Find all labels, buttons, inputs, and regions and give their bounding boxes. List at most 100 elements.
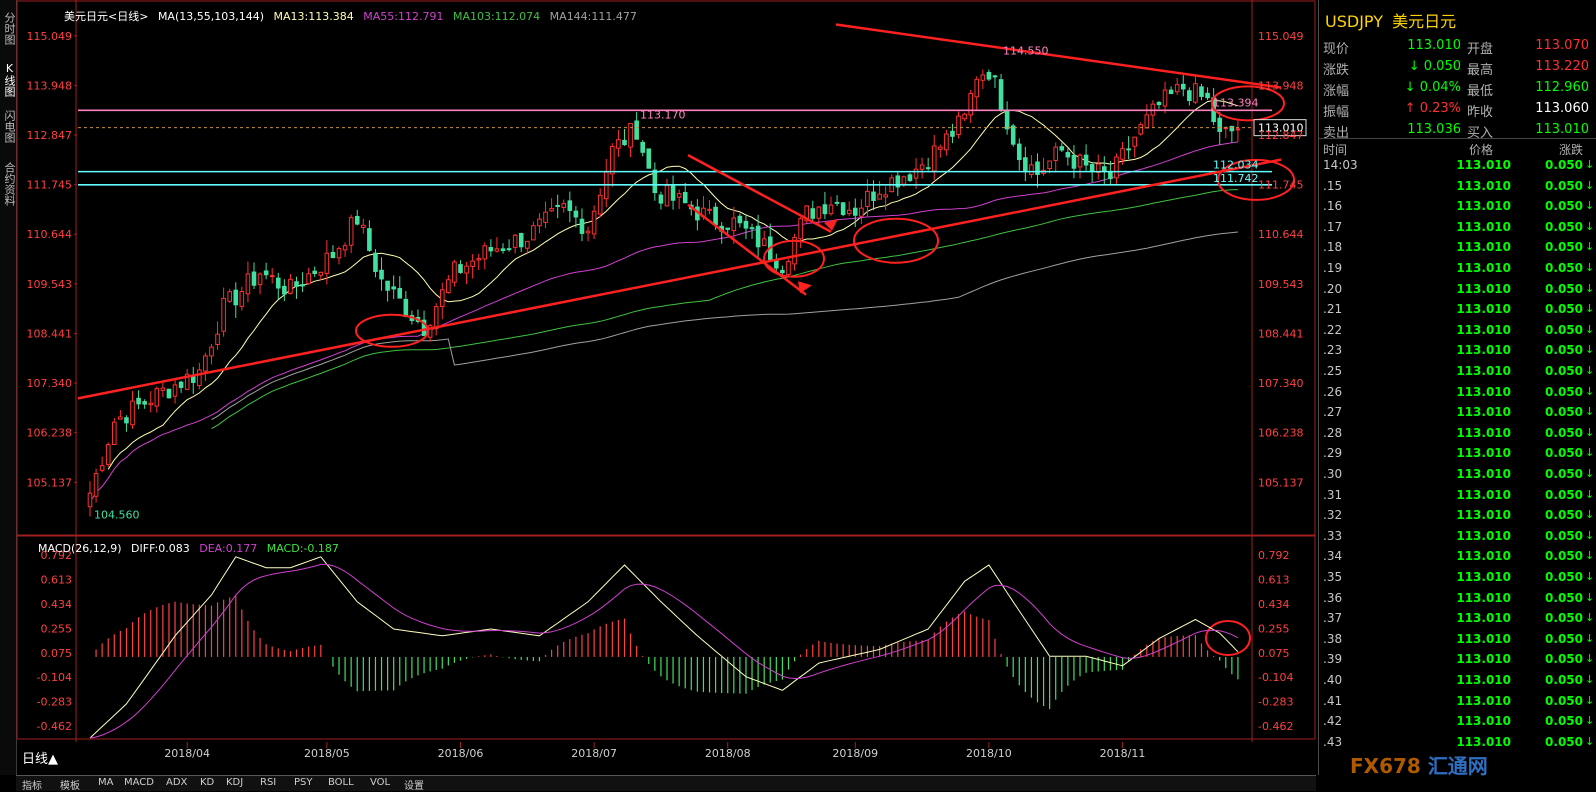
indicator-tab[interactable]: KDJ xyxy=(226,777,243,788)
tick-time: .40 xyxy=(1323,673,1343,687)
candle xyxy=(1132,136,1137,158)
tick-row[interactable]: .15 113.010 0.050 ↓ xyxy=(1319,179,1596,200)
tick-price: 113.010 xyxy=(1456,281,1511,296)
candle xyxy=(889,174,895,193)
channel-line-lower[interactable] xyxy=(687,203,807,296)
candle xyxy=(743,213,749,240)
tick-row[interactable]: .17 113.010 0.050 ↓ xyxy=(1319,220,1596,241)
indicator-tab[interactable]: PSY xyxy=(294,777,313,788)
candle xyxy=(203,352,208,381)
candle xyxy=(1071,145,1077,179)
macd-settings[interactable]: MACD(26,12,9) xyxy=(38,542,122,555)
candle xyxy=(634,112,639,140)
candle xyxy=(956,111,961,139)
candle xyxy=(846,201,852,217)
ma13-value: MA13:113.384 xyxy=(273,10,354,23)
ma103-value: MA103:112.074 xyxy=(452,10,541,23)
indicator-tab[interactable]: VOL xyxy=(370,777,390,788)
tab-timeshare[interactable]: 分时图 xyxy=(0,12,16,45)
down-arrow-icon: ↓ xyxy=(1585,611,1595,625)
tick-row[interactable]: .36 113.010 0.050 ↓ xyxy=(1319,591,1596,612)
tick-change: 0.050 xyxy=(1545,425,1583,440)
tick-row[interactable]: .35 113.010 0.050 ↓ xyxy=(1319,570,1596,591)
macd-tick-right: -0.462 xyxy=(1258,720,1293,733)
tab-flash[interactable]: 闪电图 xyxy=(0,110,16,143)
indicator-tab[interactable]: RSI xyxy=(260,777,276,788)
quote-value: 113.060 xyxy=(1535,101,1589,116)
tick-row[interactable]: .38 113.010 0.050 ↓ xyxy=(1319,632,1596,653)
ma-settings[interactable]: MA(13,55,103,144) xyxy=(158,10,264,23)
macd-tick-left: -0.104 xyxy=(37,671,72,684)
tick-row[interactable]: .19 113.010 0.050 ↓ xyxy=(1319,261,1596,282)
candle xyxy=(676,189,682,210)
candle xyxy=(379,257,384,291)
tick-time: .27 xyxy=(1323,405,1343,420)
period-selector[interactable]: 日线▲ xyxy=(22,748,58,767)
tick-row[interactable]: .41 113.010 0.050 ↓ xyxy=(1319,694,1596,715)
candle xyxy=(531,221,536,241)
tick-row[interactable]: .31 113.010 0.050 ↓ xyxy=(1319,488,1596,509)
down-arrow-icon: ↓ xyxy=(1585,240,1595,254)
candle xyxy=(834,195,840,207)
indicator-tab[interactable]: MACD xyxy=(124,777,154,788)
tick-header-time: 时间 xyxy=(1323,143,1348,157)
candle xyxy=(361,218,366,234)
candle xyxy=(391,275,396,300)
tick-time: .22 xyxy=(1323,322,1343,337)
candle xyxy=(1023,147,1028,182)
price-tick-left: 105.137 xyxy=(27,476,73,489)
tick-change: 0.050 xyxy=(1545,631,1583,646)
tick-time: .16 xyxy=(1323,199,1343,214)
tick-row[interactable]: .39 113.010 0.050 ↓ xyxy=(1319,652,1596,673)
tick-row[interactable]: .33 113.010 0.050 ↓ xyxy=(1319,529,1596,550)
candle xyxy=(597,188,603,218)
tick-row[interactable]: .37 113.010 0.050 ↓ xyxy=(1319,611,1596,632)
candle xyxy=(786,259,791,277)
tick-row[interactable]: .32 113.010 0.050 ↓ xyxy=(1319,508,1596,529)
tick-row[interactable]: .20 113.010 0.050 ↓ xyxy=(1319,282,1596,303)
indicator-tab[interactable]: BOLL xyxy=(328,777,354,788)
high-price-label: 114.550 xyxy=(1003,44,1049,57)
tick-row[interactable]: .21 113.010 0.050 ↓ xyxy=(1319,302,1596,323)
tick-row[interactable]: .26 113.010 0.050 ↓ xyxy=(1319,385,1596,406)
tick-row[interactable]: .27 113.010 0.050 ↓ xyxy=(1319,405,1596,426)
candle xyxy=(1083,144,1089,171)
tick-row[interactable]: .28 113.010 0.050 ↓ xyxy=(1319,426,1596,447)
tick-row[interactable]: .23 113.010 0.050 ↓ xyxy=(1319,343,1596,364)
candle xyxy=(464,261,469,285)
tick-row[interactable]: 14:03 113.010 0.050 ↓ xyxy=(1319,158,1596,179)
tick-row[interactable]: .25 113.010 0.050 ↓ xyxy=(1319,364,1596,385)
indicator-tab[interactable]: KD xyxy=(200,777,214,788)
candle xyxy=(992,74,998,88)
indicator-tab[interactable]: ADX xyxy=(166,777,187,788)
tick-row[interactable]: .16 113.010 0.050 ↓ xyxy=(1319,199,1596,220)
tick-row[interactable]: .42 113.010 0.050 ↓ xyxy=(1319,714,1596,735)
candle xyxy=(585,226,591,242)
tab-kline[interactable]: K线图 xyxy=(0,62,16,97)
tick-row[interactable]: .34 113.010 0.050 ↓ xyxy=(1319,549,1596,570)
candle xyxy=(354,209,360,226)
date-label: 2018/04 xyxy=(164,747,210,760)
tick-row[interactable]: .22 113.010 0.050 ↓ xyxy=(1319,323,1596,344)
candle xyxy=(980,69,986,90)
down-arrow-icon: ↓ xyxy=(1585,549,1595,563)
tab-contract-info[interactable]: 合约资料 xyxy=(0,162,16,206)
macd-tick-right: -0.104 xyxy=(1258,671,1293,684)
tick-row[interactable]: .29 113.010 0.050 ↓ xyxy=(1319,446,1596,467)
indicator-tab[interactable]: MA xyxy=(98,777,113,788)
quote-value: ↑ 0.23% xyxy=(1404,101,1461,116)
downtrend-line[interactable] xyxy=(835,23,1282,89)
tick-row[interactable]: .18 113.010 0.050 ↓ xyxy=(1319,240,1596,261)
down-arrow-icon: ↓ xyxy=(1585,322,1595,336)
macd-tick-left: 0.075 xyxy=(41,647,73,660)
candle xyxy=(105,442,111,468)
candle xyxy=(1205,87,1210,101)
tick-row[interactable]: .40 113.010 0.050 ↓ xyxy=(1319,673,1596,694)
kline-chart[interactable]: 114.550113.170104.560113.394112.034111.7… xyxy=(16,0,1316,775)
price-tick-right: 107.340 xyxy=(1258,377,1304,390)
tick-row[interactable]: .30 113.010 0.050 ↓ xyxy=(1319,467,1596,488)
candle xyxy=(251,262,257,289)
symbol-title: USDJPY 美元日元 xyxy=(1325,8,1456,32)
price-tick-left: 113.948 xyxy=(27,79,73,92)
candle xyxy=(160,382,166,398)
